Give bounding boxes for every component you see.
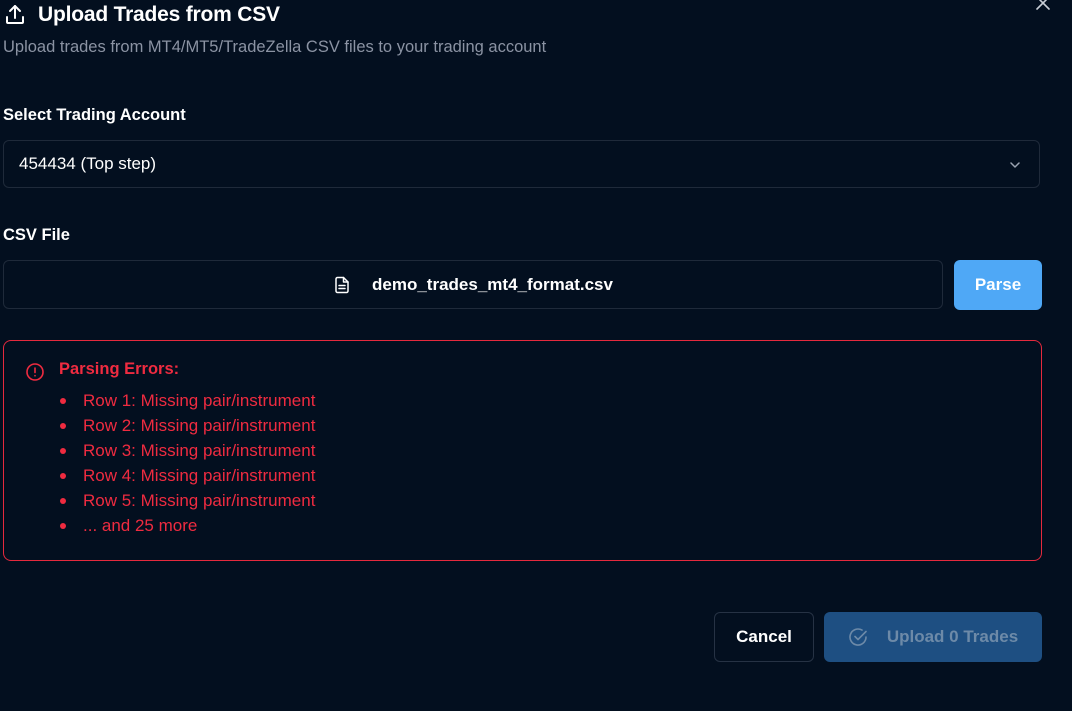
- error-text: ... and 25 more: [83, 516, 198, 535]
- error-text: Row 4: Missing pair/instrument: [83, 466, 316, 485]
- trading-account-select[interactable]: 454434 (Top step): [3, 140, 1040, 188]
- list-item: ... and 25 more: [59, 513, 315, 538]
- close-icon[interactable]: [1034, 0, 1052, 12]
- error-text: Row 5: Missing pair/instrument: [83, 491, 316, 510]
- list-item: Row 5: Missing pair/instrument: [59, 488, 315, 513]
- csv-file-label: CSV File: [3, 226, 70, 244]
- parse-button[interactable]: Parse: [954, 260, 1042, 310]
- upload-trades-dialog: Upload Trades from CSV Upload trades fro…: [0, 0, 1072, 711]
- alert-circle-icon: [25, 362, 45, 382]
- error-text: Row 2: Missing pair/instrument: [83, 416, 316, 435]
- error-text: Row 3: Missing pair/instrument: [83, 441, 316, 460]
- error-title: Parsing Errors:: [59, 360, 180, 378]
- error-text: Row 1: Missing pair/instrument: [83, 391, 316, 410]
- list-item: Row 4: Missing pair/instrument: [59, 463, 315, 488]
- upload-trades-button[interactable]: Upload 0 Trades: [824, 612, 1042, 662]
- cancel-button[interactable]: Cancel: [714, 612, 814, 662]
- file-name: demo_trades_mt4_format.csv: [372, 274, 613, 294]
- check-circle-icon: [848, 627, 868, 647]
- upload-button-label: Upload 0 Trades: [886, 627, 1019, 646]
- parsing-errors-alert: Parsing Errors: Row 1: Missing pair/inst…: [3, 340, 1042, 561]
- upload-icon: [3, 3, 27, 27]
- list-item: Row 2: Missing pair/instrument: [59, 413, 315, 438]
- list-item: Row 3: Missing pair/instrument: [59, 438, 315, 463]
- csv-file-input[interactable]: demo_trades_mt4_format.csv: [3, 260, 943, 309]
- error-list: Row 1: Missing pair/instrument Row 2: Mi…: [59, 388, 315, 538]
- file-text-icon: [333, 276, 351, 294]
- chevron-down-icon: [1007, 157, 1023, 173]
- selected-account: 454434 (Top step): [19, 154, 157, 173]
- dialog-subtitle: Upload trades from MT4/MT5/TradeZella CS…: [3, 38, 547, 56]
- account-label: Select Trading Account: [3, 106, 186, 124]
- dialog-header: Upload Trades from CSV: [3, 0, 280, 30]
- list-item: Row 1: Missing pair/instrument: [59, 388, 315, 413]
- dialog-title: Upload Trades from CSV: [38, 3, 280, 26]
